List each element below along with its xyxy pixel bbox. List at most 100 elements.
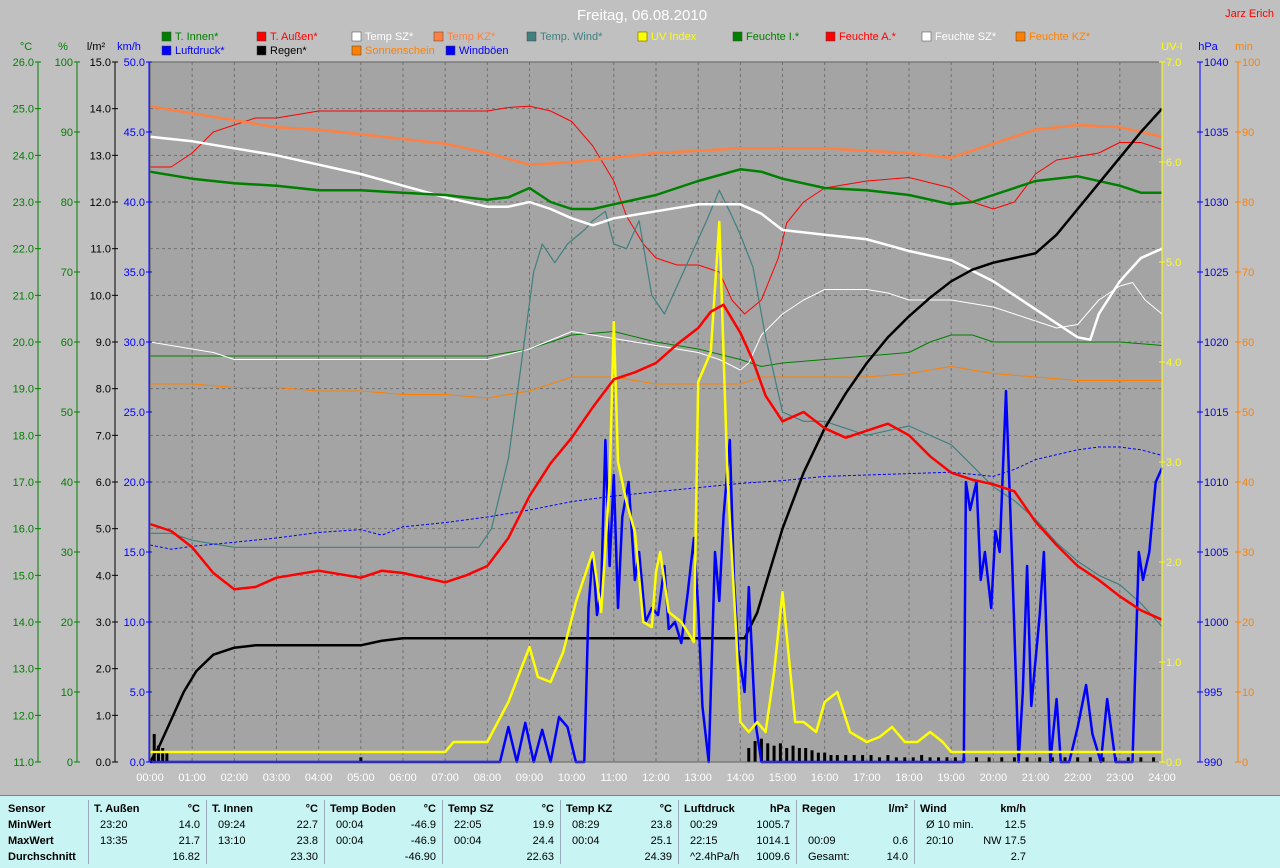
stats-separator [88, 800, 89, 864]
stats-column: Sensor MinWert MaxWert Durchschnitt [8, 796, 88, 868]
stats-cell-time: 20:10 [926, 835, 954, 847]
axis-tick-label-temp: 13.0 [13, 664, 34, 676]
axis-tick-label-temp: 16.0 [13, 524, 34, 536]
axis-tick-label-wind: 0.0 [130, 757, 145, 769]
time-tick-label: 23:00 [1106, 772, 1134, 784]
stats-header: Temp SZ [448, 803, 494, 815]
stats-cell-value: 22.63 [526, 851, 554, 863]
legend-swatch [161, 31, 172, 42]
stats-header: Regen [802, 803, 836, 815]
stats-separator [678, 800, 679, 864]
stats-column: Regen l/m² 00:09 0.6 Gesamt: 14.0 [802, 796, 908, 868]
time-tick-label: 24:00 [1148, 772, 1176, 784]
axis-tick-label-rain: 15.0 [90, 57, 111, 69]
time-tick-label: 19:00 [937, 772, 965, 784]
rain-bar [165, 752, 169, 762]
rain-bar [1139, 757, 1143, 762]
time-tick-label: 00:00 [136, 772, 164, 784]
time-tick-label: 16:00 [811, 772, 839, 784]
axis-tick-label-rain: 12.0 [90, 197, 111, 209]
axis-tick-label-sun: 30 [1242, 547, 1254, 559]
axis-tick-label-wind: 20.0 [124, 477, 145, 489]
axis-tick-label-rain: 1.0 [96, 710, 111, 722]
legend-label: Temp SZ* [365, 31, 414, 43]
axis-tick-label-hum: 30 [61, 547, 73, 559]
axis-tick-label-uv: 2.0 [1166, 557, 1181, 569]
stats-cell-time: 22:05 [454, 819, 482, 831]
axis-tick-label-temp: 24.0 [13, 150, 34, 162]
time-tick-label: 15:00 [769, 772, 797, 784]
stats-unit: °C [187, 803, 200, 815]
legend-label: Temp KZ* [447, 31, 496, 43]
time-tick-label: 03:00 [263, 772, 291, 784]
stats-cell-time: 22:15 [690, 835, 718, 847]
legend-label: Feuchte I.* [746, 31, 800, 43]
stats-cell-time: 00:04 [336, 819, 364, 831]
axis-tick-label-rain: 14.0 [90, 104, 111, 116]
stats-column: Temp KZ °C 08:29 23.8 00:04 25.1 24.39 [566, 796, 672, 868]
stats-cell-value: 21.7 [178, 835, 200, 847]
axis-tick-label-sun: 70 [1242, 267, 1254, 279]
stats-cell-value: 1009.6 [756, 851, 790, 863]
axis-tick-label-temp: 20.0 [13, 337, 34, 349]
rain-bar [1152, 757, 1156, 762]
stats-cell-time: 23:20 [100, 819, 128, 831]
axis-tick-label-temp: 25.0 [13, 104, 34, 116]
rain-bar [1000, 757, 1004, 762]
legend-label: Feuchte A.* [839, 31, 897, 43]
legend-label: Temp. Wind* [540, 31, 603, 43]
rain-bar [974, 757, 978, 762]
axis-tick-label-wind: 25.0 [124, 407, 145, 419]
statistics-panel: Sensor MinWert MaxWert Durchschnitt T. Außen… [0, 795, 1280, 868]
axis-tick-label-press: 1005 [1204, 547, 1228, 559]
rain-bar [753, 741, 757, 762]
stats-cell-time: 00:04 [454, 835, 482, 847]
axis-tick-label-temp: 18.0 [13, 430, 34, 442]
axis-tick-label-wind: 15.0 [124, 547, 145, 559]
legend-swatch [256, 45, 267, 56]
stats-unit: km/h [1000, 803, 1026, 815]
stats-row-label: MinWert [8, 819, 52, 831]
axis-unit-temp: °C [20, 41, 32, 53]
time-tick-label: 06:00 [389, 772, 417, 784]
axis-tick-label-hum: 40 [61, 477, 73, 489]
axis-tick-label-press: 1035 [1204, 127, 1228, 139]
axis-tick-label-rain: 10.0 [90, 290, 111, 302]
axis-tick-label-press: 1030 [1204, 197, 1228, 209]
legend-label: Windböen [459, 45, 509, 57]
stats-cell-value: 19.9 [532, 819, 554, 831]
stats-cell-value: NW 17.5 [983, 835, 1026, 847]
time-tick-label: 04:00 [305, 772, 333, 784]
axis-tick-label-temp: 14.0 [13, 617, 34, 629]
stats-column: Temp SZ °C 22:05 19.9 00:04 24.4 22.63 [448, 796, 554, 868]
axis-tick-label-wind: 45.0 [124, 127, 145, 139]
axis-tick-label-wind: 50.0 [124, 57, 145, 69]
stats-cell-time: 13:10 [218, 835, 246, 847]
stats-separator [560, 800, 561, 864]
stats-unit: l/m² [888, 803, 908, 815]
legend-swatch [732, 31, 743, 42]
stats-cell-value: 24.39 [644, 851, 672, 863]
stats-cell-time: 13:35 [100, 835, 128, 847]
axis-tick-label-sun: 90 [1242, 127, 1254, 139]
rain-bar [823, 752, 827, 762]
axis-tick-label-rain: 9.0 [96, 337, 111, 349]
axis-tick-label-sun: 40 [1242, 477, 1254, 489]
legend-swatch [161, 45, 172, 56]
rain-bar [804, 748, 808, 762]
legend-swatch [825, 31, 836, 42]
time-tick-label: 13:00 [684, 772, 712, 784]
stats-separator [914, 800, 915, 864]
stats-unit: °C [659, 803, 672, 815]
axis-tick-label-press: 1020 [1204, 337, 1228, 349]
legend-swatch [256, 31, 267, 42]
stats-header: Luftdruck [684, 803, 735, 815]
axis-tick-label-rain: 5.0 [96, 524, 111, 536]
axis-tick-label-hum: 0 [67, 757, 73, 769]
rain-bar [1025, 757, 1029, 762]
stats-cell-value: -46.9 [410, 819, 436, 831]
axis-tick-label-rain: 4.0 [96, 570, 111, 582]
stats-header: T. Innen [212, 803, 253, 815]
stats-unit: hPa [769, 803, 790, 815]
axis-tick-label-temp: 19.0 [13, 384, 34, 396]
